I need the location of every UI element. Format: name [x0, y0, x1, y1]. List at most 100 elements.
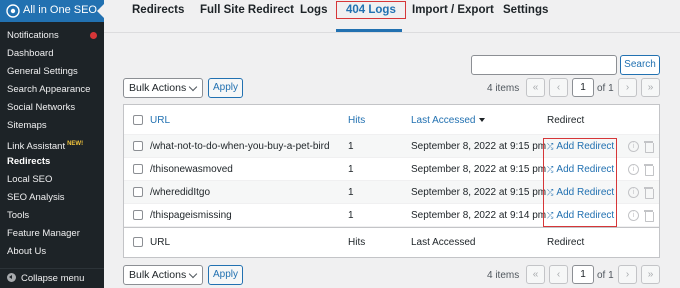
row-hits: 1	[348, 187, 354, 198]
redirect-column-highlight	[543, 138, 617, 227]
notification-dot-icon	[90, 32, 97, 39]
sidebar-item-local-seo[interactable]: Local SEO	[0, 171, 104, 189]
page-number-input-bottom[interactable]: 1	[572, 265, 594, 284]
tab-import-export[interactable]: Import / Export	[412, 4, 494, 16]
sidebar-item-label: Local SEO	[7, 174, 53, 185]
sidebar-item-label: SEO Analysis	[7, 192, 65, 203]
chevron-down-icon	[188, 269, 198, 279]
sidebar-item-about-us[interactable]: About Us	[0, 243, 104, 261]
sidebar-item-label: Link Assistant	[7, 141, 66, 153]
row-last-accessed: September 8, 2022 at 9:15 pm	[411, 164, 547, 175]
sidebar-item-label: Notifications	[7, 30, 59, 41]
prev-page-button-bottom[interactable]: ‹	[549, 265, 568, 284]
sidebar-item-sitemaps[interactable]: Sitemaps	[0, 117, 104, 135]
tab-redirects[interactable]: Redirects	[132, 4, 184, 16]
sidebar-item-label: Social Networks	[7, 102, 76, 113]
last-page-button[interactable]: »	[641, 78, 660, 97]
column-header-url[interactable]: URL	[150, 115, 170, 126]
first-page-button-bottom[interactable]: «	[526, 265, 545, 284]
sidebar-item-label: Search Appearance	[7, 84, 91, 95]
column-header-redirect: Redirect	[547, 115, 585, 126]
last-accessed-label: Last Accessed	[411, 115, 476, 126]
collapse-menu-button[interactable]: Collapse menu	[0, 268, 104, 288]
sidebar-item-link-assistant[interactable]: Link Assistant NEW!	[0, 135, 104, 153]
info-icon[interactable]: i	[628, 210, 639, 221]
select-all-checkbox[interactable]	[133, 115, 143, 125]
row-hits: 1	[348, 210, 354, 221]
column-footer-hits: Hits	[348, 237, 366, 248]
column-header-last-accessed[interactable]: Last Accessed	[411, 115, 486, 126]
info-icon[interactable]: i	[628, 141, 639, 152]
row-hits: 1	[348, 164, 354, 175]
trash-icon[interactable]	[644, 187, 654, 199]
sidebar-plugin-title: All in One SEO	[23, 4, 97, 16]
info-icon[interactable]: i	[628, 164, 639, 175]
sidebar-item-general-settings[interactable]: General Settings	[0, 63, 104, 81]
items-count: 4 items	[487, 83, 520, 94]
tab-full-site-redirect[interactable]: Full Site Redirect	[200, 4, 294, 16]
bulk-actions-select-bottom[interactable]: Bulk Actions	[123, 265, 203, 285]
search-input[interactable]	[471, 55, 617, 75]
collapse-icon	[7, 273, 16, 282]
column-header-hits[interactable]: Hits	[348, 115, 365, 126]
search-button[interactable]: Search	[620, 55, 660, 75]
tab-404-logs[interactable]: 404 Logs	[336, 1, 406, 19]
row-url: /thispageismissing	[150, 210, 232, 221]
sidebar-item-label: Tools	[7, 210, 30, 221]
apply-button[interactable]: Apply	[208, 78, 243, 98]
new-badge: NEW!	[67, 141, 84, 147]
last-page-button-bottom[interactable]: »	[641, 265, 660, 284]
sidebar-item-label: Redirects	[7, 156, 51, 167]
sidebar-item-search-appearance[interactable]: Search Appearance	[0, 81, 104, 99]
sidebar-item-social-networks[interactable]: Social Networks	[0, 99, 104, 117]
page-number-input[interactable]: 1	[572, 78, 594, 97]
sidebar-plugin-header[interactable]: All in One SEO	[0, 0, 104, 22]
prev-page-button[interactable]: ‹	[549, 78, 568, 97]
sidebar-item-tools[interactable]: Tools	[0, 207, 104, 225]
sidebar-item-redirects[interactable]: Redirects	[0, 153, 104, 171]
bulk-actions-label: Bulk Actions	[129, 82, 187, 94]
logs-table: URL Hits Last Accessed Redirect /what-no…	[123, 104, 660, 258]
active-tab-underline	[336, 29, 402, 32]
main-content: Redirects Full Site Redirect Logs 404 Lo…	[104, 0, 680, 288]
row-checkbox[interactable]	[133, 164, 143, 174]
trash-icon[interactable]	[644, 210, 654, 222]
trash-icon[interactable]	[644, 141, 654, 153]
column-footer-redirect: Redirect	[547, 237, 585, 248]
tab-logs[interactable]: Logs	[300, 4, 327, 16]
sidebar-item-label: Dashboard	[7, 48, 54, 59]
trash-icon[interactable]	[644, 164, 654, 176]
row-last-accessed: September 8, 2022 at 9:14 pm	[411, 210, 547, 221]
next-page-button[interactable]: ›	[618, 78, 637, 97]
row-checkbox[interactable]	[133, 141, 143, 151]
row-last-accessed: September 8, 2022 at 9:15 pm	[411, 187, 547, 198]
info-icon[interactable]: i	[628, 187, 639, 198]
tab-bar: Redirects Full Site Redirect Logs 404 Lo…	[104, 0, 680, 33]
row-checkbox[interactable]	[133, 187, 143, 197]
sidebar-item-label: General Settings	[7, 66, 78, 77]
tab-settings[interactable]: Settings	[503, 4, 548, 16]
select-all-checkbox-footer[interactable]	[133, 237, 143, 247]
sidebar-item-seo-analysis[interactable]: SEO Analysis	[0, 189, 104, 207]
first-page-button[interactable]: «	[526, 78, 545, 97]
row-checkbox[interactable]	[133, 210, 143, 220]
current-menu-arrow	[97, 4, 104, 18]
row-url: /wheredidItgo	[150, 187, 211, 198]
sort-desc-icon	[479, 118, 486, 122]
row-last-accessed: September 8, 2022 at 9:15 pm	[411, 141, 547, 152]
column-footer-url: URL	[150, 237, 171, 248]
sidebar-item-label: Sitemaps	[7, 120, 47, 131]
sidebar-item-dashboard[interactable]: Dashboard	[0, 45, 104, 63]
page-of-label-bottom: of 1	[597, 270, 614, 281]
collapse-menu-label: Collapse menu	[21, 273, 85, 284]
apply-button-bottom[interactable]: Apply	[208, 265, 243, 285]
admin-sidebar: All in One SEO Notifications Dashboard G…	[0, 0, 104, 288]
sidebar-item-notifications[interactable]: Notifications	[0, 27, 104, 45]
items-count-bottom: 4 items	[487, 270, 520, 281]
next-page-button-bottom[interactable]: ›	[618, 265, 637, 284]
aioseo-logo-icon	[6, 4, 20, 18]
sidebar-item-feature-manager[interactable]: Feature Manager	[0, 225, 104, 243]
table-footer-row: URL Hits Last Accessed Redirect	[124, 227, 659, 257]
bulk-actions-select[interactable]: Bulk Actions	[123, 78, 203, 98]
bulk-actions-label: Bulk Actions	[129, 269, 187, 281]
